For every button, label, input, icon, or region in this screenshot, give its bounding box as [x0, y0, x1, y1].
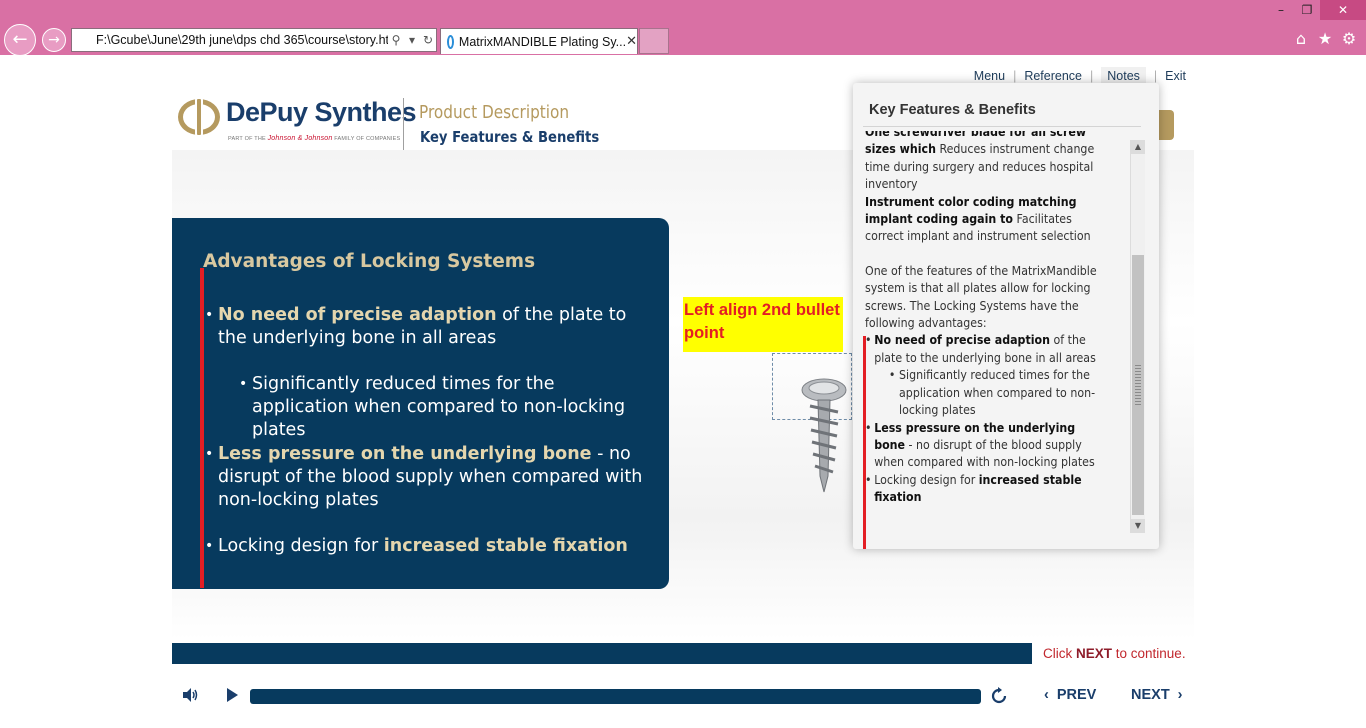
notes-text: Significantly reduced times for the appl…: [899, 368, 1096, 418]
course-player: Menu | Reference | Notes | Exit DePuy Sy…: [172, 55, 1194, 728]
bullet-text: Locking design for: [218, 536, 384, 556]
gear-icon[interactable]: ⚙: [1340, 30, 1358, 48]
bullet-emphasis: Less pressure on the underlying bone: [218, 444, 592, 464]
notes-paragraph: Instrument color coding matching implant…: [865, 194, 1106, 246]
page-subtitle: Key Features & Benefits: [420, 128, 600, 146]
logo-mark: [178, 97, 220, 137]
header-divider: [403, 98, 404, 150]
notes-sub-bullet: Significantly reduced times for the appl…: [865, 367, 1106, 419]
company-logo: DePuy Synthes PART OF THE Johnson & John…: [178, 95, 417, 153]
sub-bullet-item: Significantly reduced times for the appl…: [239, 373, 652, 442]
back-arrow-icon: ←: [12, 29, 28, 50]
content-title: Advantages of Locking Systems: [203, 251, 536, 272]
scroll-grip: [1135, 365, 1141, 405]
notes-emphasis: No need of precise adaption: [874, 333, 1050, 348]
browser-chrome: – ❐ ✕ ← → F:\Gcube\June\29th june\dps ch…: [0, 0, 1366, 56]
next-button[interactable]: NEXT ›: [1131, 687, 1183, 703]
notes-spacer: [865, 246, 1106, 263]
brand-tagline: PART OF THE Johnson & Johnson FAMILY OF …: [228, 135, 400, 142]
bullet-emphasis: increased stable fixation: [383, 536, 628, 556]
nav-separator: |: [1153, 69, 1158, 83]
chevron-left-icon: ‹: [1044, 687, 1049, 703]
refresh-icon[interactable]: ↻: [420, 33, 436, 47]
brand-name: DePuy Synthes: [226, 97, 417, 127]
scroll-thumb[interactable]: [1132, 255, 1144, 515]
red-marker-line: [200, 268, 204, 588]
continue-next: NEXT: [1076, 646, 1113, 661]
search-icon[interactable]: ⚲: [388, 33, 404, 47]
review-annotation: Left align 2nd bullet point: [683, 297, 843, 352]
notes-bullet: Less pressure on the underlying bone - n…: [865, 420, 1106, 472]
continue-instruction: Click NEXT to continue.: [1043, 646, 1186, 661]
nav-separator: |: [1013, 69, 1017, 83]
bullet-item: Less pressure on the underlying bone - n…: [205, 443, 658, 512]
notes-paragraph: One of the features of the MatrixMandibl…: [865, 263, 1097, 331]
content-panel: Advantages of Locking Systems No need of…: [172, 218, 669, 589]
close-icon[interactable]: ✕: [626, 34, 637, 49]
prev-label: PREV: [1056, 687, 1097, 703]
notes-paragraph: One screwdriver blade for all screw size…: [865, 131, 1106, 194]
browser-toolbar: ⌂ ★ ⚙: [1292, 30, 1358, 48]
sub-bullet-text: Significantly reduced times for the appl…: [252, 374, 626, 440]
scroll-down-icon[interactable]: ▼: [1131, 519, 1145, 533]
notes-title: Key Features & Benefits: [869, 102, 1036, 118]
bullet-item: Locking design for increased stable fixa…: [205, 535, 658, 558]
slide-progress-bar: [172, 643, 1032, 664]
logo-bar: [195, 97, 203, 137]
page-title: Product Description: [419, 102, 570, 123]
close-window-button[interactable]: ✕: [1320, 0, 1366, 20]
notes-divider: [863, 126, 1141, 127]
seek-bar[interactable]: [250, 689, 981, 704]
back-button[interactable]: ←: [4, 24, 36, 56]
screw-image: [801, 378, 847, 493]
notes-panel: Key Features & Benefits One screwdriver …: [853, 83, 1159, 549]
new-tab-button[interactable]: [639, 28, 669, 54]
minimize-button[interactable]: –: [1268, 0, 1294, 20]
tagline-pre: PART OF THE: [228, 136, 266, 142]
notes-content: One screwdriver blade for all screw size…: [865, 131, 1106, 507]
menu-link[interactable]: Menu: [974, 69, 1005, 83]
notes-viewport[interactable]: One screwdriver blade for all screw size…: [865, 131, 1131, 541]
volume-icon[interactable]: [181, 686, 199, 704]
tab-title: MatrixMANDIBLE Plating Sy...: [458, 34, 627, 49]
tagline-jj: Johnson & Johnson: [267, 135, 333, 142]
red-marker-line: [863, 336, 866, 549]
continue-pre: Click: [1043, 646, 1076, 661]
notes-text: Locking design for: [874, 472, 979, 487]
next-label: NEXT: [1131, 687, 1170, 703]
notes-text: - no disrupt of the blood supply when co…: [874, 437, 1095, 470]
home-icon[interactable]: ⌂: [1292, 30, 1310, 48]
notes-bullet: Locking design for increased stable fixa…: [865, 472, 1106, 507]
address-bar[interactable]: F:\Gcube\June\29th june\dps chd 365\cour…: [71, 28, 437, 52]
window-controls: – ❐ ✕: [1268, 0, 1366, 20]
forward-button[interactable]: →: [42, 28, 66, 52]
prev-button[interactable]: ‹ PREV: [1044, 687, 1096, 703]
scroll-up-icon[interactable]: ▲: [1131, 140, 1145, 154]
continue-post: to continue.: [1112, 646, 1186, 661]
reference-link[interactable]: Reference: [1024, 69, 1082, 83]
notes-scrollbar[interactable]: ▲ ▼: [1130, 140, 1145, 533]
chevron-right-icon: ›: [1177, 687, 1183, 703]
address-text[interactable]: F:\Gcube\June\29th june\dps chd 365\cour…: [72, 33, 388, 47]
bullet-item: No need of precise adaption of the plate…: [205, 304, 658, 350]
dropdown-icon[interactable]: ▾: [404, 33, 420, 47]
notes-bullet: No need of precise adaption of the plate…: [865, 332, 1106, 367]
tagline-post: FAMILY OF COMPANIES: [334, 136, 401, 142]
star-icon[interactable]: ★: [1316, 30, 1334, 48]
browser-tab[interactable]: MatrixMANDIBLE Plating Sy... ✕: [440, 28, 638, 54]
bullet-emphasis: No need of precise adaption: [218, 305, 497, 325]
ie-icon: [447, 34, 454, 49]
restore-button[interactable]: ❐: [1294, 0, 1320, 20]
replay-icon[interactable]: [990, 687, 1008, 705]
play-icon[interactable]: [224, 686, 240, 704]
forward-arrow-icon: →: [48, 32, 60, 48]
nav-separator: |: [1090, 69, 1094, 83]
exit-link[interactable]: Exit: [1165, 69, 1186, 83]
